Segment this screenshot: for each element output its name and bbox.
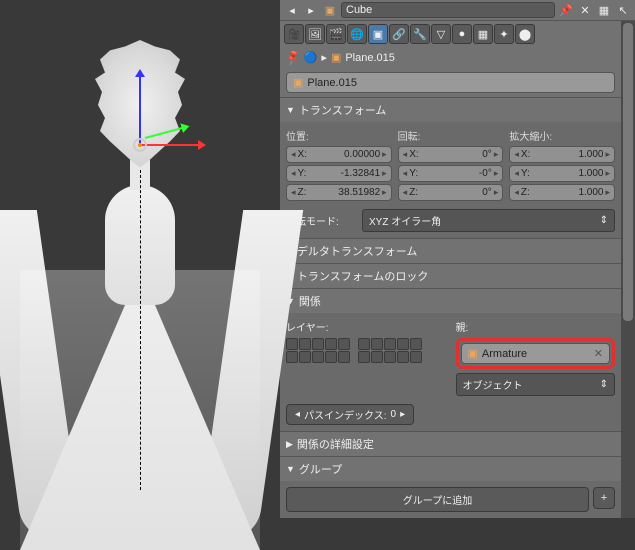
parent-label: 親: bbox=[456, 319, 616, 334]
parent-field[interactable]: ▣ Armature ✕ bbox=[461, 343, 611, 364]
datablock-select[interactable]: Cube bbox=[341, 2, 555, 18]
tab-texture[interactable]: ▦ bbox=[473, 24, 493, 44]
tab-material[interactable]: ● bbox=[452, 24, 472, 44]
3d-viewport[interactable] bbox=[0, 0, 280, 506]
properties-tabs: 🎥 🖼 🎬 🌐 ▣ 🔗 🔧 ▽ ● ▦ ✦ ⬤ bbox=[280, 21, 621, 47]
location-x[interactable]: ◂X:0.00000▸ bbox=[286, 146, 392, 163]
tab-modifiers[interactable]: 🔧 bbox=[410, 24, 430, 44]
cursor-icon[interactable]: ↖ bbox=[615, 2, 631, 18]
tab-scene[interactable]: 🎬 bbox=[326, 24, 346, 44]
mesh-icon: ▣ bbox=[468, 347, 478, 360]
rotation-x[interactable]: ◂X:0°▸ bbox=[398, 146, 504, 163]
origin-icon[interactable] bbox=[133, 138, 147, 152]
location-y[interactable]: ◂Y:-1.32841▸ bbox=[286, 165, 392, 182]
layer-selector[interactable] bbox=[286, 338, 446, 363]
scale-y[interactable]: ◂Y:1.000▸ bbox=[509, 165, 615, 182]
rotation-label: 回転: bbox=[398, 128, 504, 143]
parent-value: Armature bbox=[482, 348, 527, 360]
chevron-updown-icon: ⇕ bbox=[600, 215, 608, 226]
layers-label: レイヤー: bbox=[286, 319, 446, 334]
delta-transform-header[interactable]: ▶ デルタトランスフォーム bbox=[280, 239, 621, 263]
properties-panel: ◂ ▸ ▣ Cube 📌 ✕ ▦ ↖ 🎥 🖼 🎬 🌐 ▣ 🔗 🔧 ▽ ● ▦ ✦ bbox=[280, 0, 635, 506]
add-to-group-button[interactable]: グループに追加 bbox=[286, 487, 589, 512]
mesh-icon: ▣ bbox=[293, 76, 303, 89]
tab-constraints[interactable]: 🔗 bbox=[389, 24, 409, 44]
breadcrumb: 📌 🔵 ▸ ▣ Plane.015 bbox=[280, 47, 621, 68]
relations-header[interactable]: ▼ 関係 bbox=[280, 289, 621, 313]
pin-icon[interactable]: 📌 bbox=[558, 2, 574, 18]
breadcrumb-world-icon: 🔵 bbox=[304, 51, 318, 64]
breadcrumb-object: Plane.015 bbox=[345, 52, 395, 64]
clear-icon[interactable]: ✕ bbox=[594, 347, 603, 360]
back-icon[interactable]: ◂ bbox=[284, 2, 300, 18]
parent-line-icon bbox=[140, 170, 141, 490]
pass-index-field[interactable]: ◂ パスインデックス: 0 ▸ bbox=[286, 404, 414, 425]
triangle-right-icon: ▶ bbox=[286, 439, 293, 450]
object-name-value: Plane.015 bbox=[307, 77, 357, 89]
chevron-right-icon: ▸ bbox=[321, 51, 327, 64]
rotation-mode-select[interactable]: XYZ オイラー角 ⇕ bbox=[362, 209, 615, 232]
tab-render-layers[interactable]: 🖼 bbox=[305, 24, 325, 44]
datablock-name: Cube bbox=[346, 4, 372, 16]
scale-label: 拡大縮小: bbox=[509, 128, 615, 143]
parent-type-select[interactable]: オブジェクト ⇕ bbox=[456, 373, 616, 396]
forward-icon[interactable]: ▸ bbox=[303, 2, 319, 18]
parent-highlight: ▣ Armature ✕ bbox=[456, 338, 616, 369]
tab-particles[interactable]: ✦ bbox=[494, 24, 514, 44]
triangle-down-icon: ▼ bbox=[286, 105, 295, 115]
location-z[interactable]: ◂Z:38.51982▸ bbox=[286, 184, 392, 201]
chevron-updown-icon: ⇕ bbox=[600, 379, 608, 390]
tab-object[interactable]: ▣ bbox=[368, 24, 388, 44]
transform-section-header[interactable]: ▼ トランスフォーム bbox=[280, 98, 621, 122]
tab-physics[interactable]: ⬤ bbox=[515, 24, 535, 44]
tab-render[interactable]: 🎥 bbox=[284, 24, 304, 44]
transform-title: トランスフォーム bbox=[299, 102, 386, 118]
header-bar: ◂ ▸ ▣ Cube 📌 ✕ ▦ ↖ bbox=[280, 0, 635, 21]
scale-x[interactable]: ◂X:1.000▸ bbox=[509, 146, 615, 163]
tab-data[interactable]: ▽ bbox=[431, 24, 451, 44]
scale-z[interactable]: ◂Z:1.000▸ bbox=[509, 184, 615, 201]
menu-icon[interactable]: ▦ bbox=[596, 2, 612, 18]
transform-lock-header[interactable]: ▶ トランスフォームのロック bbox=[280, 264, 621, 288]
rotation-z[interactable]: ◂Z:0°▸ bbox=[398, 184, 504, 201]
z-axis-icon[interactable] bbox=[139, 75, 141, 145]
rotation-y[interactable]: ◂Y:-0°▸ bbox=[398, 165, 504, 182]
scrollbar[interactable] bbox=[621, 21, 635, 518]
relations-detail-header[interactable]: ▶ 関係の詳細設定 bbox=[280, 432, 621, 456]
triangle-down-icon: ▼ bbox=[286, 464, 295, 474]
object-name-input[interactable]: ▣ Plane.015 bbox=[286, 72, 615, 93]
group-header[interactable]: ▼ グループ bbox=[280, 457, 621, 481]
tab-world[interactable]: 🌐 bbox=[347, 24, 367, 44]
location-label: 位置: bbox=[286, 128, 392, 143]
close-icon[interactable]: ✕ bbox=[577, 2, 593, 18]
mesh-icon: ▣ bbox=[322, 2, 338, 18]
pin-icon[interactable]: 📌 bbox=[284, 48, 302, 66]
mesh-icon: ▣ bbox=[331, 51, 341, 64]
x-axis-icon[interactable] bbox=[140, 144, 200, 146]
